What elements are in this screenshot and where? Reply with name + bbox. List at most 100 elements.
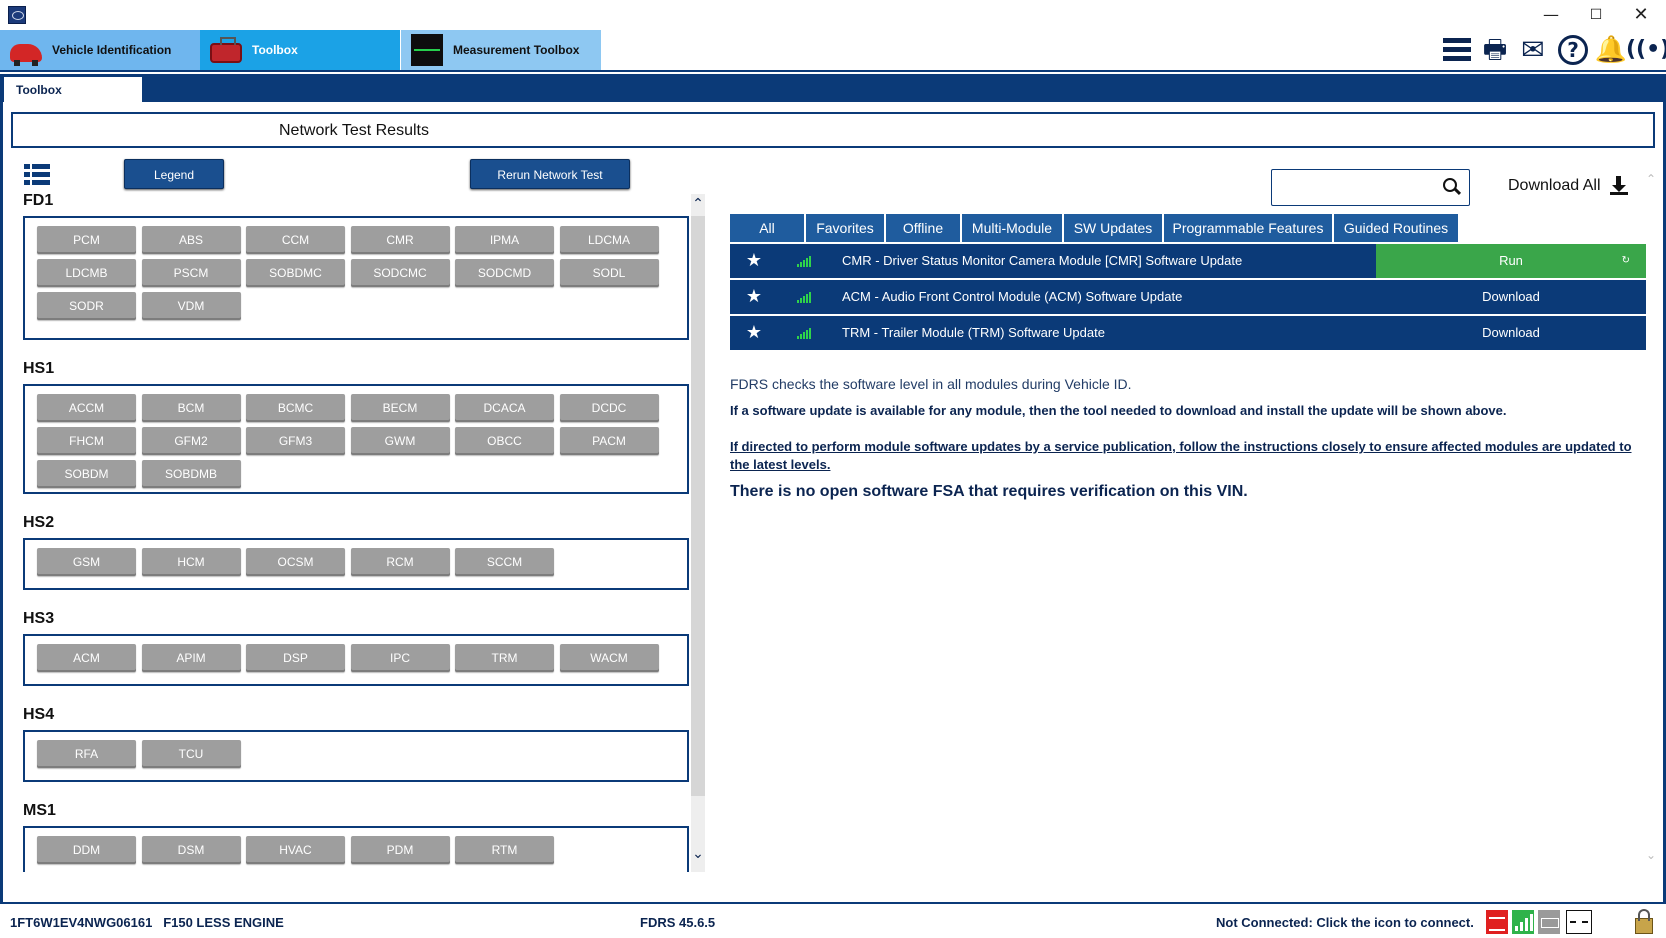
module-button-sodcmc[interactable]: SODCMC <box>350 259 450 287</box>
filter-tab-sw-updates[interactable]: SW Updates <box>1064 214 1162 242</box>
module-button-bcm[interactable]: BCM <box>141 394 241 422</box>
module-button-sodl[interactable]: SODL <box>559 259 659 287</box>
module-button-gfm3[interactable]: GFM3 <box>246 427 345 455</box>
module-button-dsp[interactable]: DSP <box>246 644 345 672</box>
vci-device-icon[interactable] <box>1538 910 1560 934</box>
module-button-ldcmb[interactable]: LDCMB <box>37 259 136 287</box>
module-button-rtm[interactable]: RTM <box>455 836 554 864</box>
module-button-ipc[interactable]: IPC <box>350 644 450 672</box>
subtab-toolbox[interactable]: Toolbox <box>4 77 142 102</box>
filter-tab-guided-routines[interactable]: Guided Routines <box>1334 214 1458 242</box>
filter-tab-favorites[interactable]: Favorites <box>806 214 884 242</box>
module-button-trm[interactable]: TRM <box>455 644 554 672</box>
module-button-vdm[interactable]: VDM <box>141 292 241 320</box>
print-icon[interactable]: 🖶 <box>1478 34 1512 66</box>
module-button-bcmc[interactable]: BCMC <box>246 394 345 422</box>
vci-connect-icon[interactable] <box>1486 910 1508 934</box>
scrollbar-thumb[interactable] <box>691 216 705 796</box>
signal-bars-icon <box>780 316 828 350</box>
lock-icon[interactable] <box>1632 908 1654 934</box>
module-button-dcaca[interactable]: DCACA <box>455 394 554 422</box>
fdrs-logo-icon <box>8 6 26 24</box>
minimize-button[interactable]: — <box>1536 4 1566 26</box>
module-button-ipma[interactable]: IPMA <box>455 226 554 254</box>
bell-icon[interactable]: 🔔 <box>1594 34 1628 66</box>
filter-tabs: All Favorites Offline Multi-Module SW Update… <box>730 214 1460 242</box>
module-button-dcdc[interactable]: DCDC <box>559 394 659 422</box>
module-button-rcm[interactable]: RCM <box>350 548 450 576</box>
module-button-abs[interactable]: ABS <box>141 226 241 254</box>
top-navigation: Vehicle Identification Toolbox Measureme… <box>0 30 1666 72</box>
module-button-sccm[interactable]: SCCM <box>455 548 554 576</box>
download-button[interactable]: Download <box>1376 316 1646 350</box>
search-input[interactable] <box>1278 176 1438 200</box>
module-button-accm[interactable]: ACCM <box>37 394 136 422</box>
module-button-rfa[interactable]: RFA <box>37 740 136 768</box>
filter-tab-offline[interactable]: Offline <box>886 214 960 242</box>
tab-vehicle-identification[interactable]: Vehicle Identification <box>0 30 200 70</box>
search-icon[interactable] <box>1441 176 1461 198</box>
close-button[interactable]: ✕ <box>1626 4 1656 26</box>
filter-tab-all[interactable]: All <box>730 214 804 242</box>
module-button-ocsm[interactable]: OCSM <box>246 548 345 576</box>
module-button-hcm[interactable]: HCM <box>141 548 241 576</box>
filter-tab-multi-module[interactable]: Multi-Module <box>962 214 1062 242</box>
run-button[interactable]: Run ↻ <box>1376 244 1646 278</box>
module-button-ccm[interactable]: CCM <box>246 226 345 254</box>
rerun-network-test-button[interactable]: Rerun Network Test <box>470 159 630 189</box>
module-button-pacm[interactable]: PACM <box>559 427 659 455</box>
module-list: FD1 PCM ABS CCM CMR IPMA LDCMA LDCMB PSCM SOBDMC S… <box>20 192 690 872</box>
tab-toolbox[interactable]: Toolbox <box>200 30 400 70</box>
maximize-button[interactable]: ☐ <box>1581 4 1611 26</box>
module-button-hvac[interactable]: HVAC <box>246 836 345 864</box>
favorite-star-icon[interactable]: ★ <box>730 280 778 314</box>
wireless-icon[interactable]: ((•)) <box>1626 34 1666 66</box>
module-button-dsm[interactable]: DSM <box>141 836 241 864</box>
scroll-down-icon[interactable]: ⌄ <box>691 846 705 862</box>
help-icon[interactable]: ? <box>1556 34 1590 66</box>
module-button-pcm[interactable]: PCM <box>37 226 136 254</box>
favorite-star-icon[interactable]: ★ <box>730 316 778 350</box>
tab-measurement-toolbox[interactable]: Measurement Toolbox <box>401 30 601 70</box>
module-button-tcu[interactable]: TCU <box>141 740 241 768</box>
module-button-gsm[interactable]: GSM <box>37 548 136 576</box>
download-button[interactable]: Download <box>1376 280 1646 314</box>
mail-icon[interactable]: ✉ <box>1516 34 1550 66</box>
update-title[interactable]: TRM - Trailer Module (TRM) Software Upda… <box>830 316 1374 350</box>
service-publication-link[interactable]: If directed to perform module software u… <box>730 438 1636 474</box>
download-all-button[interactable]: Download All <box>1508 177 1601 195</box>
vci-disconnected-icon[interactable] <box>1566 910 1592 934</box>
module-button-sobdmb[interactable]: SOBDMB <box>141 460 241 488</box>
module-button-fhcm[interactable]: FHCM <box>37 427 136 455</box>
module-button-wacm[interactable]: WACM <box>559 644 659 672</box>
module-button-sobdm[interactable]: SOBDM <box>37 460 136 488</box>
module-button-ldcma[interactable]: LDCMA <box>559 226 659 254</box>
module-button-sodr[interactable]: SODR <box>37 292 136 320</box>
scroll-down-icon[interactable]: ⌄ <box>1646 848 1656 862</box>
menu-icon[interactable] <box>1440 34 1474 66</box>
legend-button[interactable]: Legend <box>124 159 224 189</box>
update-title[interactable]: ACM - Audio Front Control Module (ACM) S… <box>830 280 1374 314</box>
module-button-gfm2[interactable]: GFM2 <box>141 427 241 455</box>
module-button-ddm[interactable]: DDM <box>37 836 136 864</box>
module-button-sobdmc[interactable]: SOBDMC <box>246 259 345 287</box>
module-button-apim[interactable]: APIM <box>141 644 241 672</box>
tab-label: Measurement Toolbox <box>453 43 580 57</box>
module-button-cmr[interactable]: CMR <box>350 226 450 254</box>
filter-tab-programmable-features[interactable]: Programmable Features <box>1164 214 1332 242</box>
update-title[interactable]: CMR - Driver Status Monitor Camera Modul… <box>830 244 1374 278</box>
module-button-gwm[interactable]: GWM <box>350 427 450 455</box>
module-button-obcc[interactable]: OBCC <box>455 427 554 455</box>
favorite-star-icon[interactable]: ★ <box>730 244 778 278</box>
signal-strength-icon[interactable] <box>1512 910 1534 934</box>
module-button-sodcmd[interactable]: SODCMD <box>455 259 554 287</box>
module-list-scrollbar[interactable]: ⌃ ⌄ <box>691 194 705 872</box>
scroll-up-icon[interactable]: ⌃ <box>691 196 705 212</box>
module-button-becm[interactable]: BECM <box>350 394 450 422</box>
list-view-icon[interactable] <box>24 164 50 186</box>
scroll-up-icon[interactable]: ⌃ <box>1646 172 1656 186</box>
connection-status: Not Connected: Click the icon to connect… <box>1216 915 1474 930</box>
module-button-acm[interactable]: ACM <box>37 644 136 672</box>
module-button-pscm[interactable]: PSCM <box>141 259 241 287</box>
module-button-pdm[interactable]: PDM <box>350 836 450 864</box>
